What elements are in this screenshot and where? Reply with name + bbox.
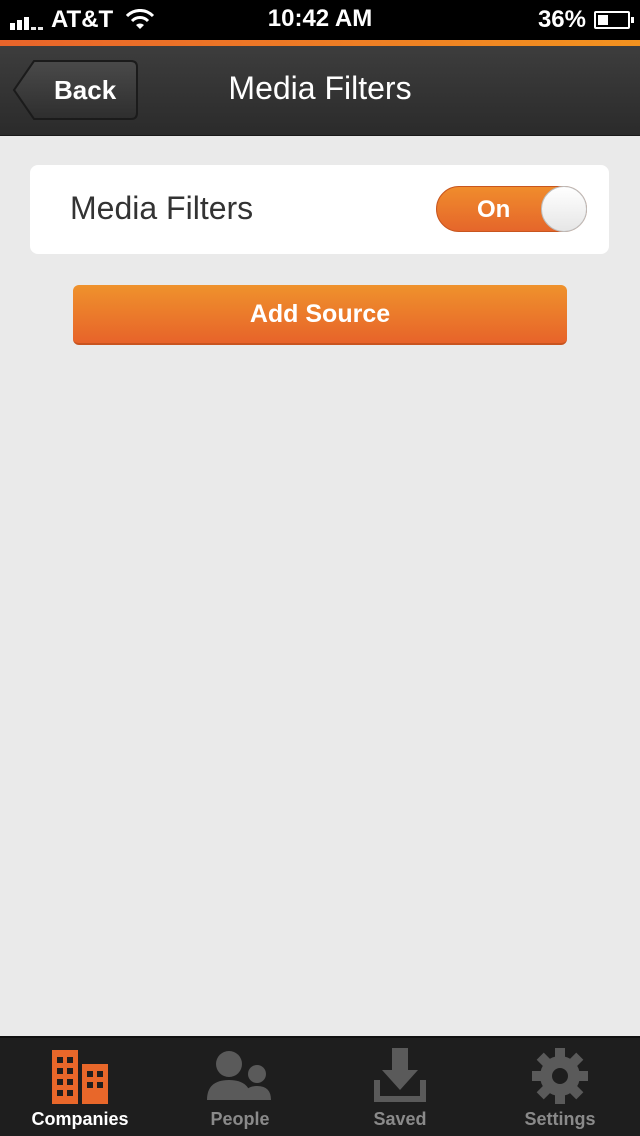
page-title: Media Filters	[228, 70, 412, 106]
media-filters-label: Media Filters	[70, 190, 254, 226]
media-filters-toggle[interactable]: On	[436, 186, 587, 232]
media-filters-row: Media Filters On	[30, 165, 609, 254]
battery-tip	[631, 17, 634, 23]
battery-percent: 36%	[537, 6, 586, 33]
add-source-button[interactable]: Add Source	[73, 285, 567, 345]
battery-icon	[594, 11, 634, 29]
tab-label: Companies	[31, 1109, 129, 1129]
tab-label: Saved	[373, 1109, 427, 1129]
status-bar: AT&T 10:42 AM 36%	[0, 0, 640, 40]
tab-companies[interactable]: Companies	[0, 1038, 160, 1136]
tab-people[interactable]: People	[160, 1038, 320, 1136]
battery-fill	[598, 15, 608, 25]
toggle-on-label: On	[477, 196, 511, 223]
people-icon	[207, 1051, 271, 1100]
navigation-bar: Back Media Filters	[0, 46, 640, 136]
tab-label: Settings	[524, 1109, 596, 1129]
tab-bar: Companies People Saved Settings	[0, 1036, 640, 1136]
tab-settings[interactable]: Settings	[480, 1038, 640, 1136]
tab-saved[interactable]: Saved	[320, 1038, 480, 1136]
app-screen: AT&T 10:42 AM 36% Back Media Filters Med…	[0, 0, 640, 1136]
saved-icon	[374, 1048, 426, 1102]
toggle-knob[interactable]	[541, 186, 587, 232]
status-right: 36%	[537, 6, 634, 34]
tab-label: People	[210, 1109, 270, 1129]
settings-icon	[532, 1048, 588, 1104]
companies-icon	[52, 1050, 108, 1104]
